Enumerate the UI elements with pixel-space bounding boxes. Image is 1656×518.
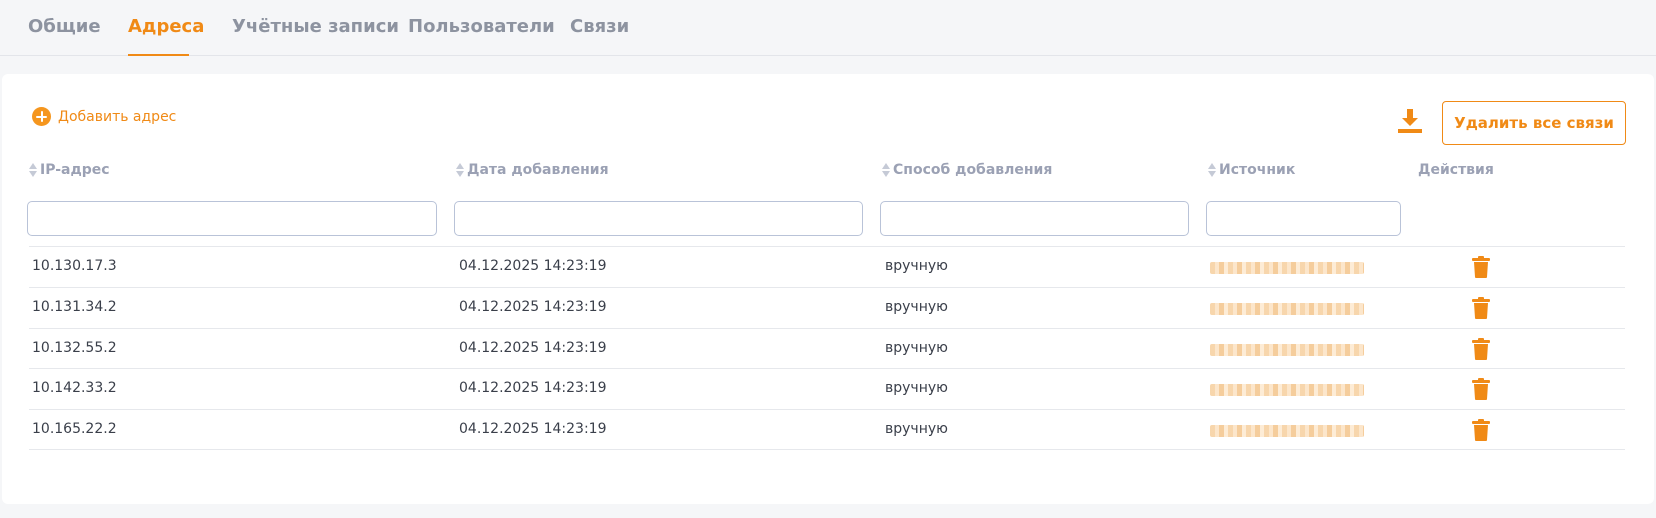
ip-cell: 10.165.22.2 <box>32 421 117 438</box>
column-header-ip[interactable]: IP-адрес <box>29 162 110 178</box>
source-cell-redacted <box>1210 384 1364 397</box>
trash-icon[interactable] <box>1471 337 1491 360</box>
plus-circle-icon <box>32 107 51 126</box>
ip-cell: 10.130.17.3 <box>32 258 117 274</box>
date-cell: 04.12.2025 14:23:19 <box>459 258 607 274</box>
trash-icon[interactable] <box>1471 419 1491 442</box>
sort-icon <box>456 163 464 177</box>
ip-cell: 10.132.55.2 <box>32 339 117 356</box>
table-row: 10.130.17.3 04.12.2025 14:23:19 вручную <box>29 246 1625 287</box>
column-header-actions: Действия <box>1418 162 1494 178</box>
table-row: 10.131.34.2 04.12.2025 14:23:19 вручную <box>29 286 1625 328</box>
method-cell: вручную <box>885 258 948 274</box>
source-filter-input[interactable] <box>1206 201 1401 236</box>
trash-icon[interactable] <box>1471 378 1491 401</box>
add-address-label: Добавить адрес <box>58 108 177 125</box>
ip-cell: 10.131.34.2 <box>32 298 117 315</box>
method-cell: вручную <box>885 298 948 315</box>
ip-cell: 10.142.33.2 <box>32 380 117 397</box>
table-row: 10.132.55.2 04.12.2025 14:23:19 вручную <box>29 327 1625 369</box>
addresses-panel: Добавить адрес Удалить все связи IP-адре… <box>2 74 1654 504</box>
column-header-method[interactable]: Способ добавления <box>882 162 1052 178</box>
date-cell: 04.12.2025 14:23:19 <box>459 380 607 397</box>
trash-icon[interactable] <box>1471 296 1491 319</box>
tab-addresses[interactable]: Адреса <box>128 16 204 56</box>
date-filter-input[interactable] <box>454 201 863 236</box>
column-header-date[interactable]: Дата добавления <box>456 162 609 178</box>
method-cell: вручную <box>885 421 948 438</box>
tab-accounts[interactable]: Учётные записи <box>232 16 399 56</box>
method-filter-input[interactable] <box>880 201 1189 236</box>
ip-filter-input[interactable] <box>27 201 437 236</box>
sort-icon <box>29 163 37 177</box>
method-cell: вручную <box>885 339 948 356</box>
tab-links[interactable]: Связи <box>570 16 629 56</box>
column-header-source[interactable]: Источник <box>1208 162 1295 178</box>
date-cell: 04.12.2025 14:23:19 <box>459 339 607 356</box>
tab-general[interactable]: Общие <box>28 16 101 56</box>
date-cell: 04.12.2025 14:23:19 <box>459 421 607 438</box>
source-cell-redacted <box>1210 262 1364 274</box>
table-row: 10.142.33.2 04.12.2025 14:23:19 вручную <box>29 368 1625 409</box>
source-cell-redacted <box>1210 425 1364 438</box>
table-row: 10.165.22.2 04.12.2025 14:23:19 вручную <box>29 409 1625 450</box>
sort-icon <box>882 163 890 177</box>
addresses-table: 10.130.17.3 04.12.2025 14:23:19 вручную … <box>29 246 1625 450</box>
download-icon[interactable] <box>1396 107 1424 135</box>
trash-icon[interactable] <box>1471 256 1491 278</box>
delete-all-links-button[interactable]: Удалить все связи <box>1442 101 1626 145</box>
source-cell-redacted <box>1210 343 1364 356</box>
source-cell-redacted <box>1210 302 1364 315</box>
sort-icon <box>1208 163 1216 177</box>
tab-bar: Общие Адреса Учётные записи Пользователи… <box>0 0 1656 56</box>
date-cell: 04.12.2025 14:23:19 <box>459 298 607 315</box>
tab-users[interactable]: Пользователи <box>408 16 555 56</box>
method-cell: вручную <box>885 380 948 397</box>
add-address-button[interactable]: Добавить адрес <box>32 107 176 126</box>
